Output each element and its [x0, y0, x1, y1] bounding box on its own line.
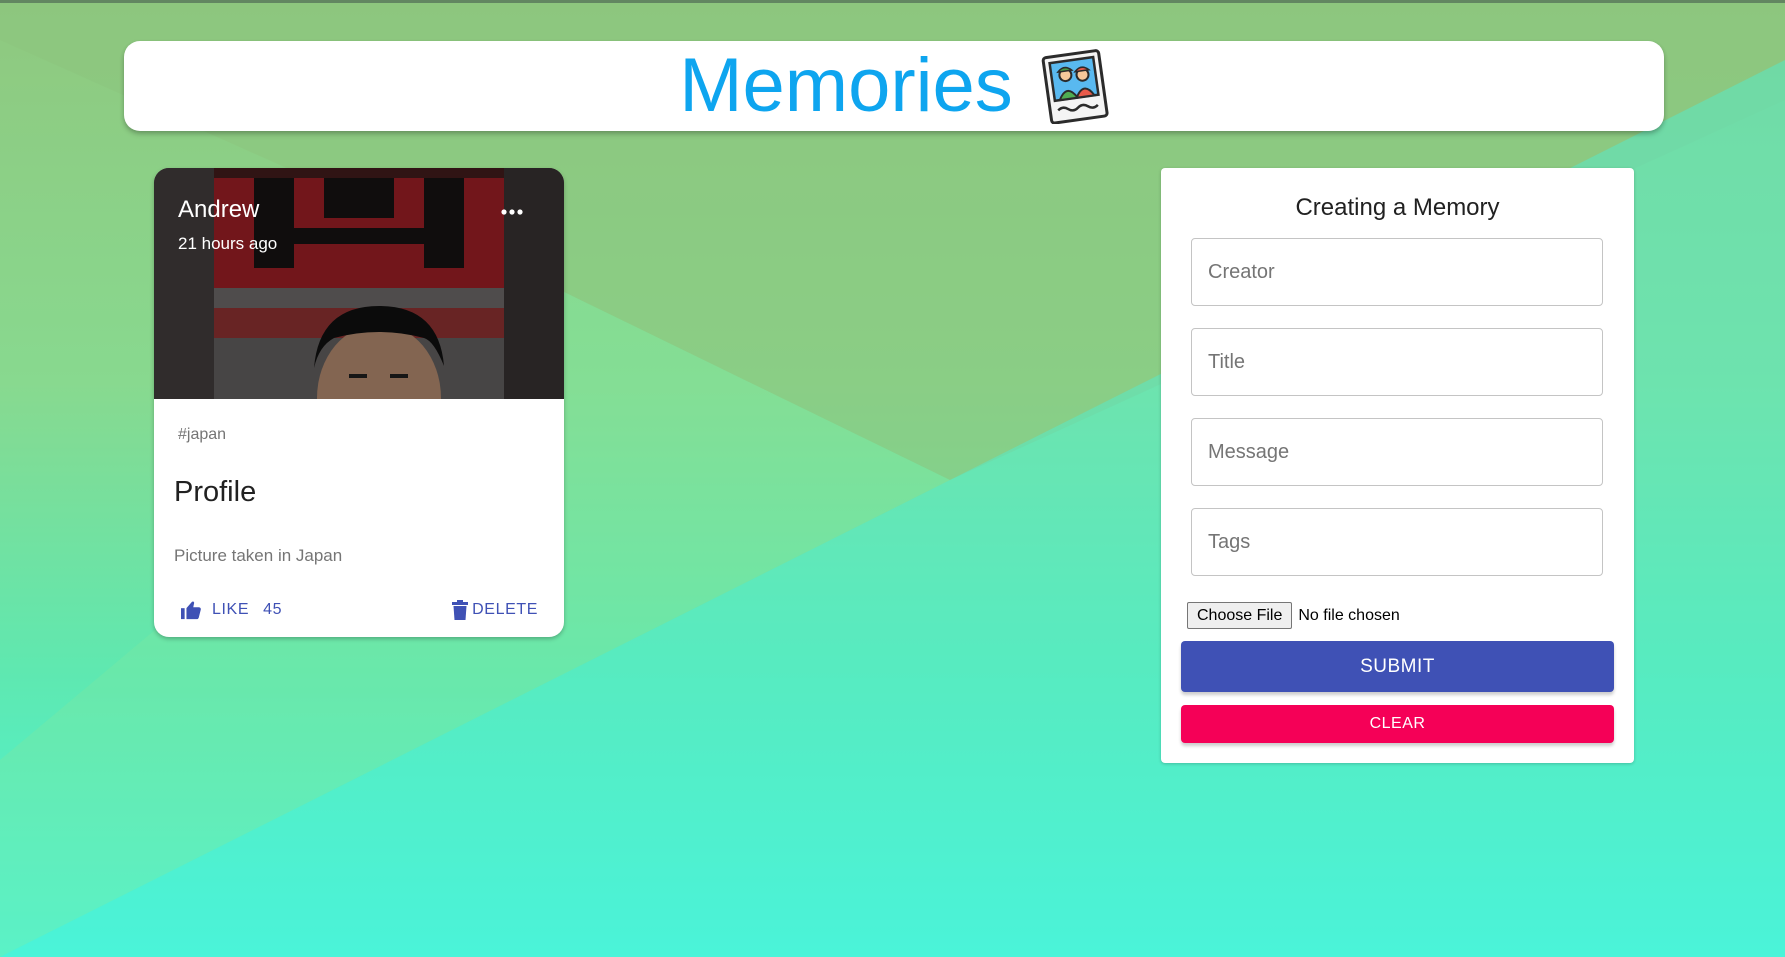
- more-horizontal-icon[interactable]: [500, 206, 524, 218]
- message-input[interactable]: [1192, 419, 1602, 485]
- post-message: Picture taken in Japan: [174, 546, 343, 565]
- memory-form: Creating a Memory Choose File No file ch…: [1161, 168, 1634, 763]
- file-upload: Choose File No file chosen: [1187, 602, 1400, 629]
- thumb-up-icon: [181, 601, 201, 620]
- file-status: No file chosen: [1298, 606, 1400, 624]
- post-title: Profile: [174, 476, 257, 508]
- app-title: Memories: [679, 43, 1013, 128]
- like-label: LIKE: [212, 601, 250, 618]
- post-image: Andrew 21 hours ago: [154, 168, 564, 399]
- title-field: [1191, 328, 1603, 396]
- app-bar: Memories: [124, 41, 1664, 131]
- delete-button[interactable]: DELETE: [452, 593, 538, 627]
- choose-file-button[interactable]: Choose File: [1187, 602, 1293, 629]
- post-tags: #japan: [178, 426, 227, 443]
- tags-field: [1191, 508, 1603, 576]
- like-count: 45: [263, 601, 283, 618]
- post-creator: Andrew: [178, 196, 260, 223]
- creator-field: [1191, 238, 1603, 306]
- delete-label: DELETE: [472, 601, 538, 618]
- title-input[interactable]: [1192, 329, 1602, 395]
- memories-photo-icon: [1041, 49, 1109, 124]
- clear-button[interactable]: CLEAR: [1181, 705, 1614, 743]
- creator-input[interactable]: [1192, 239, 1602, 305]
- like-button[interactable]: LIKE 45: [180, 593, 282, 627]
- trash-icon: [452, 600, 469, 620]
- submit-button[interactable]: SUBMIT: [1181, 641, 1614, 692]
- post-actions: LIKE 45 DELETE: [154, 593, 564, 633]
- post-time: 21 hours ago: [178, 234, 278, 253]
- post-card: Andrew 21 hours ago #japan Profile Pictu…: [154, 168, 564, 637]
- form-title: Creating a Memory: [1295, 194, 1500, 221]
- message-field: [1191, 418, 1603, 486]
- tags-input[interactable]: [1192, 509, 1602, 575]
